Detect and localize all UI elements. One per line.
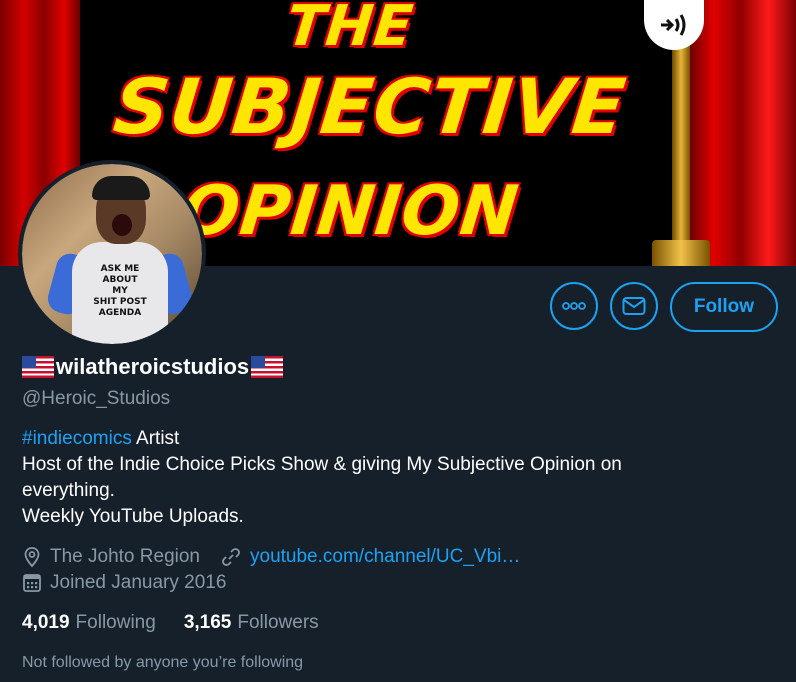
location-text: The Johto Region [50, 546, 200, 567]
banner-curtain-right [686, 0, 796, 266]
bio-line: everything. [22, 480, 115, 501]
avatar-photo: ASK ME ABOUT MY SHIT POST AGENDA [22, 164, 202, 344]
us-flag-icon [251, 356, 284, 378]
display-name-row: wilatheroicstudios [22, 352, 776, 382]
meta-row: The Johto Region youtube.com/channel/UC_… [22, 544, 776, 570]
display-name: wilatheroicstudios [56, 354, 250, 379]
followers-count: 3,165 [183, 612, 232, 633]
banner-pole [672, 40, 690, 266]
link-icon [222, 548, 240, 566]
bio-text: Artist [131, 428, 180, 449]
more-button[interactable] [549, 282, 598, 330]
followers-label: Followers [237, 612, 319, 633]
website: youtube.com/channel/UC_Vbi… [220, 546, 520, 568]
location-pin-icon [24, 547, 40, 568]
avatar[interactable]: ASK ME ABOUT MY SHIT POST AGENDA [18, 160, 206, 348]
banner-title-line3: OPINION [177, 172, 523, 251]
followed-by-note: Not followed by anyone you’re following [22, 654, 304, 671]
profile-meta: The Johto Region youtube.com/channel/UC_… [22, 544, 776, 596]
us-flag-icon [22, 356, 54, 378]
more-horizontal-icon [561, 302, 586, 310]
calendar-icon [23, 574, 41, 592]
banner-pole-base [652, 240, 710, 266]
website-link[interactable]: youtube.com/channel/UC_Vbi… [250, 546, 520, 568]
shirt-text-line: SHIT POST [93, 297, 147, 307]
shirt-text-line: ASK ME [100, 264, 140, 274]
profile-info: wilatheroicstudios @Heroic_Studios #indi… [22, 352, 776, 672]
bio-line: Weekly YouTube Uploads. [22, 506, 244, 527]
location: The Johto Region [22, 546, 200, 568]
profile-actions: Follow [549, 282, 778, 332]
avatar-mouth [112, 214, 132, 236]
follow-stats: 4,019 Following 3,165 Followers [22, 612, 776, 634]
join-date: Joined January 2016 [22, 572, 226, 594]
avatar-shirt-text: ASK ME ABOUT MY SHIT POST AGENDA [84, 264, 156, 319]
followers-stat[interactable]: 3,165 Followers [184, 612, 319, 634]
following-stat[interactable]: 4,019 Following [22, 612, 156, 634]
join-date-text: Joined January 2016 [50, 572, 227, 593]
profile-handle: @Heroic_Studios [22, 388, 171, 409]
follow-button[interactable]: Follow [669, 282, 778, 332]
banner-title-line2: SUBJECTIVE [109, 62, 631, 151]
meta-row: Joined January 2016 [22, 570, 776, 596]
bio-line: #indiecomics Artist [22, 426, 776, 452]
shirt-text-line: MY [112, 286, 128, 296]
banner-title-line1: THE [283, 0, 417, 59]
message-button[interactable] [609, 282, 658, 330]
following-count: 4,019 [22, 612, 70, 633]
mail-icon [622, 297, 646, 315]
shirt-text-line: AGENDA [98, 308, 142, 318]
avatar-cap [92, 176, 150, 200]
bio-line: Host of the Indie Choice Picks Show & gi… [22, 454, 622, 475]
shirt-text-line: ABOUT [102, 275, 138, 285]
following-label: Following [75, 612, 156, 633]
profile-bio: #indiecomics Artist Host of the Indie Ch… [22, 426, 776, 530]
hashtag-link[interactable]: #indiecomics [22, 428, 132, 449]
